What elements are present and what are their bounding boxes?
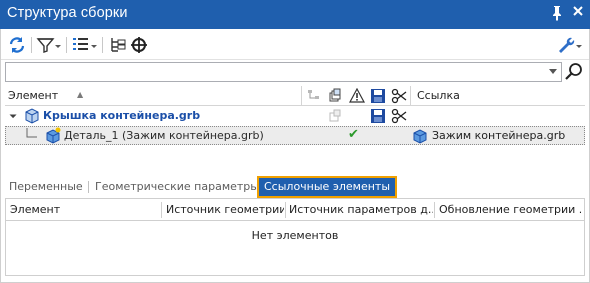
columns-settings-icon[interactable] [71, 35, 99, 55]
refresh-icon[interactable] [7, 35, 27, 55]
toolbar-separator [31, 37, 32, 53]
assembly-icon [23, 108, 40, 128]
reference-elements-grid: Элемент Источник геометрии Источник пара… [5, 198, 585, 276]
tree-item-label: Крышка контейнера.grb [43, 109, 201, 122]
chevron-down-icon[interactable] [549, 69, 557, 74]
column-header-geometry-source[interactable]: Источник геометрии [166, 203, 284, 216]
search-input[interactable] [6, 63, 536, 81]
tree-item-label: Деталь_1 (Зажим контейнера.grb) [64, 129, 264, 142]
toolbar [0, 29, 590, 60]
column-header-element[interactable]: Элемент [10, 203, 160, 216]
column-header-element[interactable]: Элемент [8, 89, 58, 102]
toolbar-separator [66, 37, 67, 53]
column-divider[interactable] [285, 202, 286, 218]
save-icon [370, 108, 386, 127]
filter-icon[interactable] [36, 35, 62, 55]
close-icon[interactable] [570, 5, 586, 23]
scissors-icon [391, 88, 407, 104]
save-icon [370, 88, 386, 104]
tab-reference-elements[interactable]: Ссылочные элементы [257, 176, 398, 198]
column-header-link[interactable]: Ссылка [417, 89, 460, 102]
column-divider[interactable] [410, 86, 411, 106]
column-divider[interactable] [161, 202, 162, 218]
search-row [0, 60, 590, 84]
expand-caret-icon[interactable] [7, 108, 17, 119]
column-header-parameter-source[interactable]: Источник параметров д... [289, 203, 433, 216]
column-header-geometry-update[interactable]: Обновление геометрии ... [439, 203, 581, 216]
part-stack-icon [327, 88, 343, 104]
tree-header: Элемент ▲ Ссылка [5, 86, 585, 106]
toolbar-separator [102, 37, 103, 53]
reference-link-label[interactable]: Зажим контейнера.grb [432, 129, 565, 142]
tree-structure-icon[interactable] [108, 35, 128, 55]
tab-variables[interactable]: Переменные [5, 176, 89, 198]
tab-strip: Переменные Геометрические параметры Ссыл… [5, 176, 585, 198]
sort-ascending-icon: ▲ [77, 90, 84, 99]
warning-icon [348, 87, 366, 104]
part-stack-icon [327, 108, 343, 127]
part-icon [45, 127, 62, 147]
title-bar: Структура сборки [0, 0, 590, 29]
tab-geometric-parameters[interactable]: Геометрические параметры [91, 176, 265, 198]
scissors-icon [391, 108, 407, 127]
pin-icon[interactable] [549, 5, 565, 23]
hierarchy-icon [306, 88, 322, 104]
crosshair-icon[interactable] [129, 35, 149, 55]
empty-message: Нет элементов [251, 229, 339, 242]
tree-row[interactable]: Крышка контейнера.grb [5, 107, 585, 126]
magnifier-icon[interactable] [563, 61, 585, 83]
part-file-icon [412, 127, 429, 147]
window-title: Структура сборки [7, 5, 128, 21]
tree-row[interactable]: Деталь_1 (Зажим контейнера.grb) ✔ Зажим … [5, 126, 585, 145]
column-divider[interactable] [301, 86, 302, 106]
column-divider[interactable] [434, 202, 435, 218]
search-combobox[interactable] [5, 62, 562, 82]
tree-connector-icon [24, 128, 38, 145]
check-icon: ✔ [348, 127, 359, 142]
wrench-settings-icon[interactable] [556, 35, 582, 55]
window-border [0, 29, 1, 283]
grid-header: Элемент Источник геометрии Источник пара… [6, 199, 584, 221]
